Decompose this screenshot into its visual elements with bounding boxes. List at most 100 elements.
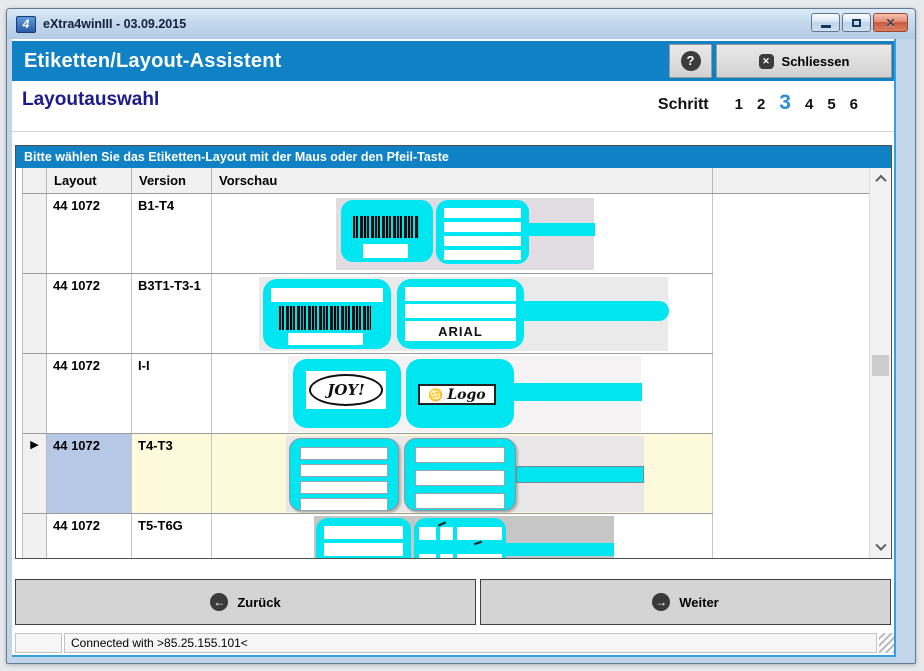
row-i-i[interactable]: 44 1072 I-I JOY! xyxy=(23,354,713,434)
text-field xyxy=(271,288,383,302)
version-cell[interactable]: B1-T4 xyxy=(132,194,212,273)
version-cell[interactable]: B3T1-T3-1 xyxy=(132,274,212,353)
layout-cell[interactable]: 44 1072 xyxy=(47,194,132,273)
help-button[interactable]: ? xyxy=(669,44,712,78)
page-title: Layoutauswahl xyxy=(22,89,159,111)
label-tag-back: ARIAL xyxy=(397,279,524,349)
minimize-button[interactable] xyxy=(811,13,840,32)
text-line xyxy=(300,481,388,494)
text-line xyxy=(405,304,516,318)
window-controls: ✕ xyxy=(811,13,908,32)
row-filler xyxy=(713,514,869,558)
column-header-marker xyxy=(23,168,47,193)
preview-cell[interactable] xyxy=(212,434,713,513)
label-tail-strip xyxy=(524,301,669,321)
layout-cell[interactable]: 44 1072 xyxy=(47,354,132,433)
column-header-layout[interactable]: Layout xyxy=(47,168,132,193)
weiter-button[interactable]: → Weiter xyxy=(480,579,891,625)
window-client-area: Etiketten/Layout-Assistent ? ✕ Schliesse… xyxy=(12,39,896,657)
schliessen-label: Schliessen xyxy=(782,54,850,69)
text-field xyxy=(288,333,363,345)
layout-cell[interactable]: 44 1072 xyxy=(47,274,132,353)
text-line xyxy=(444,208,521,218)
text-field xyxy=(363,244,408,258)
scroll-up-button[interactable] xyxy=(870,170,891,187)
small-field xyxy=(440,527,453,540)
column-header-vorschau[interactable]: Vorschau xyxy=(212,168,713,193)
assistant-title: Etiketten/Layout-Assistent xyxy=(24,41,281,81)
label-tag-front: JOY! xyxy=(293,359,401,428)
app-logo-icon: 4 xyxy=(16,16,36,33)
text-line xyxy=(324,526,403,539)
text-line xyxy=(415,493,505,509)
next-arrow-icon: → xyxy=(652,593,670,611)
close-window-icon: ✕ xyxy=(885,17,895,29)
row-marker-cell xyxy=(23,354,47,433)
row-marker-cell xyxy=(23,274,47,353)
row-t4-t3-selected[interactable]: ▶ 44 1072 T4-T3 xyxy=(23,434,713,514)
close-window-button[interactable]: ✕ xyxy=(873,13,908,32)
label-tag-back: ♋ Logo xyxy=(406,359,514,428)
row-b3t1-t3-1[interactable]: 44 1072 B3T1-T3-1 xyxy=(23,274,713,354)
grid-header-row: Layout Version Vorschau xyxy=(22,168,869,194)
preview-cell[interactable]: ARIAL xyxy=(212,274,713,353)
text-line xyxy=(444,250,521,260)
step-5: 5 xyxy=(827,96,835,113)
small-field xyxy=(419,527,436,540)
step-word: Schritt xyxy=(658,96,709,114)
assistant-header-bar: Etiketten/Layout-Assistent ? ✕ Schliesse… xyxy=(12,41,894,81)
row-filler xyxy=(713,434,869,514)
label-tail-strip xyxy=(516,466,644,483)
text-line xyxy=(300,447,388,460)
label-tail-strip xyxy=(504,543,614,556)
app-window: 4 eXtra4winIII - 03.09.2015 ✕ Etiketten/… xyxy=(6,8,916,664)
annotation-mark xyxy=(474,541,482,546)
text-line xyxy=(324,543,403,556)
resize-grip[interactable] xyxy=(879,633,894,653)
table-row: 44 1072 I-I JOY! xyxy=(23,354,869,434)
column-header-version[interactable]: Version xyxy=(132,168,212,193)
version-cell[interactable]: T4-T3 xyxy=(132,434,212,513)
window-titlebar[interactable]: 4 eXtra4winIII - 03.09.2015 ✕ xyxy=(7,9,915,39)
row-filler xyxy=(713,274,869,354)
joy-logo: JOY! xyxy=(309,374,383,406)
scroll-down-button[interactable] xyxy=(870,539,891,556)
label-tag-front xyxy=(263,279,391,349)
schliessen-button[interactable]: ✕ Schliessen xyxy=(716,44,892,78)
barcode-graphic xyxy=(353,216,419,238)
header-separator xyxy=(12,131,894,132)
layout-cell[interactable]: 44 1072 xyxy=(47,514,132,558)
preview-cell[interactable] xyxy=(212,194,713,273)
logo-field: ♋ Logo xyxy=(418,384,496,405)
maximize-button[interactable] xyxy=(842,13,871,32)
scrollbar-thumb[interactable] xyxy=(872,355,889,376)
step-indicator: Schritt 1 2 3 4 5 6 xyxy=(658,91,858,115)
version-cell[interactable]: I-I xyxy=(132,354,212,433)
preview-cell[interactable] xyxy=(212,514,713,558)
selected-row-marker: ▶ xyxy=(23,434,47,513)
small-field xyxy=(440,554,453,558)
annotation-mark xyxy=(438,521,446,526)
text-line xyxy=(444,236,521,246)
label-tag-front xyxy=(316,518,411,558)
version-cell[interactable]: T5-T6G xyxy=(132,514,212,558)
preview-cell[interactable]: JOY! ♋ Logo xyxy=(212,354,713,433)
vertical-scrollbar[interactable] xyxy=(869,168,891,558)
window-title: eXtra4winIII - 03.09.2015 xyxy=(43,17,186,31)
row-marker-cell xyxy=(23,194,47,273)
zurueck-button[interactable]: ← Zurück xyxy=(15,579,476,625)
label-tail-strip xyxy=(514,383,642,401)
arial-sample-field: ARIAL xyxy=(405,321,516,341)
status-bar: Connected with >85.25.155.101< xyxy=(15,633,894,653)
chevron-up-icon xyxy=(875,174,886,185)
layout-list-panel: Bitte wählen Sie das Etiketten-Layout mi… xyxy=(15,145,892,559)
close-x-icon: ✕ xyxy=(759,54,774,69)
logo-word: Logo xyxy=(447,387,485,403)
step-2: 2 xyxy=(757,96,765,113)
text-field xyxy=(457,527,502,540)
row-b1-t4[interactable]: 44 1072 B1-T4 xyxy=(23,194,713,274)
layout-cell[interactable]: 44 1072 xyxy=(47,434,132,513)
zurueck-label: Zurück xyxy=(237,595,280,610)
row-t5-t6g[interactable]: 44 1072 T5-T6G xyxy=(23,514,713,558)
barcode-graphic xyxy=(279,306,371,330)
